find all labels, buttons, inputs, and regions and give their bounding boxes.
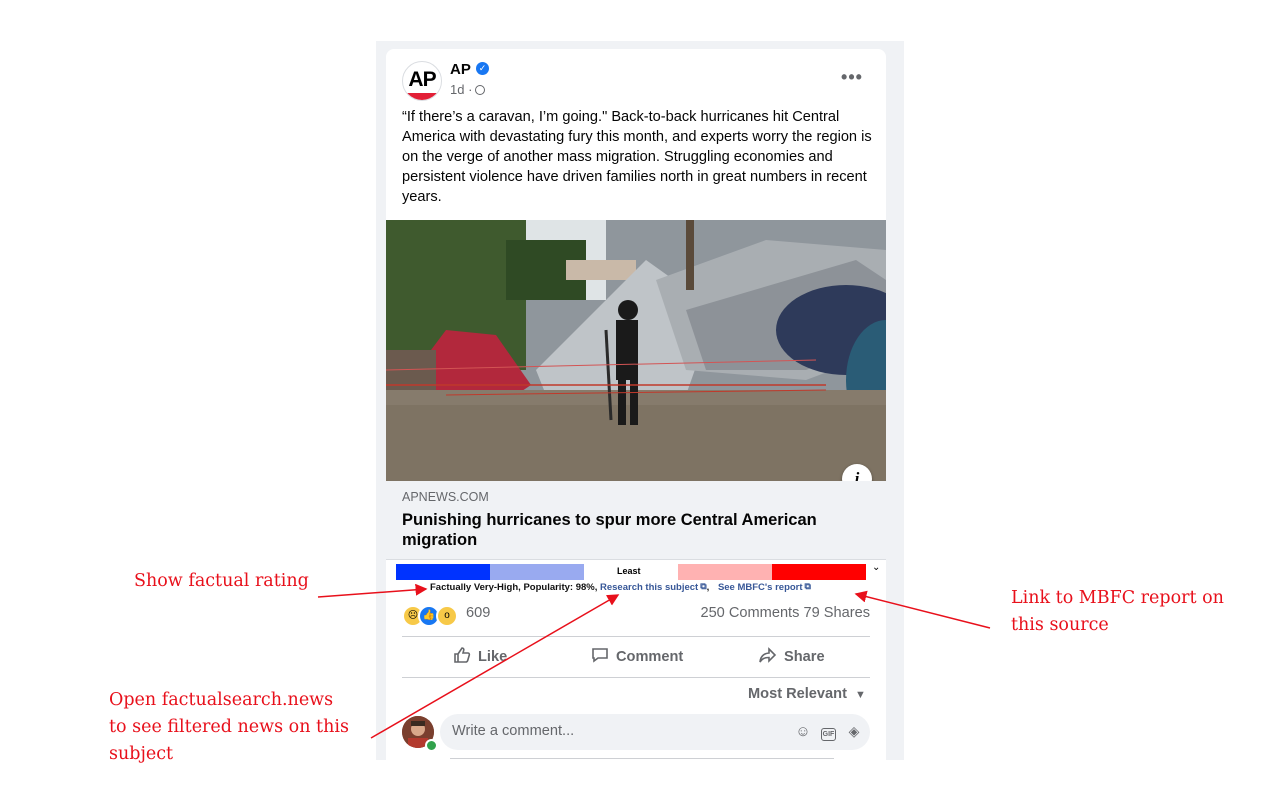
arrow-research — [370, 594, 620, 739]
arrow-mbfc — [854, 590, 991, 629]
annotation-arrows — [317, 583, 991, 739]
arrow-factual — [317, 583, 428, 598]
